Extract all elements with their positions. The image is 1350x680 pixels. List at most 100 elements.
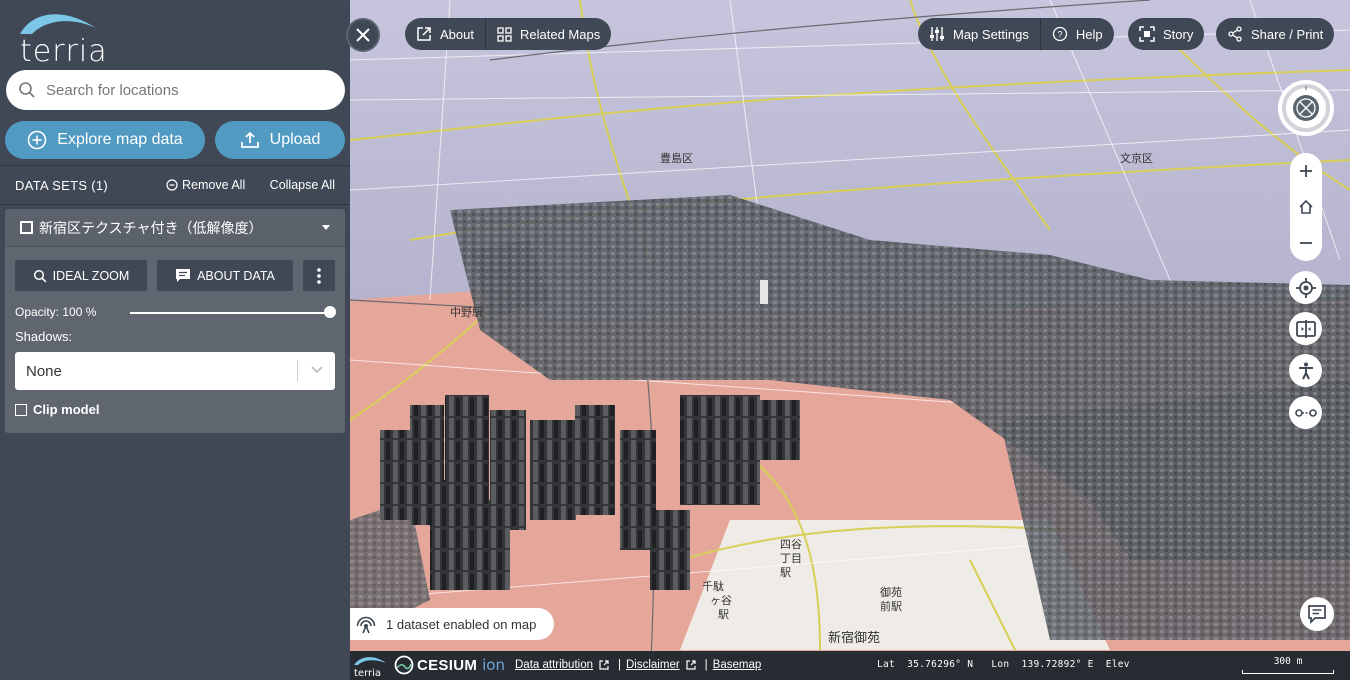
scale-label: 300 m — [1273, 656, 1303, 667]
feedback-icon — [1308, 605, 1326, 624]
collapse-all-button[interactable]: Collapse All — [270, 178, 335, 192]
chevron-down-icon[interactable] — [322, 225, 330, 230]
satellite-icon — [356, 616, 376, 634]
upload-button[interactable]: Upload — [215, 121, 345, 159]
cesium-wordmark: CESIUM — [417, 656, 478, 674]
split-compare-button[interactable] — [1289, 312, 1322, 345]
more-options-button[interactable] — [303, 260, 335, 291]
share-item[interactable]: Share / Print — [1216, 18, 1334, 50]
menu-bar-left: About Related Maps — [405, 18, 612, 50]
cesium-logo-icon — [394, 655, 414, 675]
logo-wave-icon — [20, 14, 96, 34]
disclaimer-link[interactable]: Disclaimer — [626, 659, 680, 671]
svg-text:?: ? — [1057, 30, 1062, 40]
cursor-coordinates: Lat 35.76296° N Lon 139.72892° E Elev — [877, 659, 1130, 670]
share-print-button[interactable]: Share / Print — [1216, 18, 1335, 50]
datasets-title: DATA SETS (1) — [15, 177, 108, 193]
terria-logo[interactable]: terria — [18, 8, 107, 69]
story-item[interactable]: Story — [1128, 18, 1204, 50]
remove-all-label: Remove All — [182, 178, 246, 192]
measure-icon — [1294, 408, 1317, 417]
zoom-in-button[interactable] — [1290, 153, 1322, 189]
search-zoom-icon — [33, 269, 47, 282]
home-button[interactable] — [1290, 189, 1322, 225]
menu-bar-right: Map Settings ? Help — [918, 18, 1114, 50]
clip-model-checkbox[interactable] — [15, 403, 27, 416]
datasets-enabled-indicator[interactable]: 1 dataset enabled on map — [350, 608, 554, 640]
logo-text: terria — [20, 34, 108, 69]
help-icon: ? — [1052, 26, 1068, 42]
cesium-ion-logo[interactable]: CESIUM ion — [394, 655, 505, 675]
map-label-park-stn: 前駅 — [880, 599, 902, 613]
close-panel-button[interactable] — [346, 18, 380, 52]
map-label-top-1: 豊島区 — [660, 151, 693, 165]
shadows-select[interactable]: None — [15, 352, 335, 390]
shadows-selected-value: None — [26, 362, 62, 380]
remove-all-button[interactable]: Remove All — [166, 178, 245, 192]
map-label-area-3: 駅 — [780, 566, 791, 579]
split-icon — [1295, 319, 1316, 338]
share-label: Share / Print — [1251, 26, 1324, 42]
about-data-button[interactable]: ABOUT DATA — [157, 260, 293, 291]
locate-icon — [1295, 277, 1316, 298]
map-label-station-3: 駅 — [718, 608, 729, 621]
basemap-link[interactable]: Basemap — [713, 659, 762, 671]
map-scene: 豊島区 文京区 中野駅 千駄 ヶ谷 駅 四谷 丁目 駅 御苑 前駅 新宿御苑 — [350, 0, 1350, 680]
footer-terria-logo[interactable]: terria — [352, 654, 388, 680]
related-maps-button[interactable]: Related Maps — [486, 18, 611, 50]
search-icon — [19, 82, 35, 98]
opacity-slider-handle[interactable] — [324, 306, 336, 318]
data-attribution-link[interactable]: Data attribution — [515, 659, 593, 671]
measure-tool-button[interactable] — [1289, 396, 1322, 429]
story-button[interactable]: Story — [1128, 18, 1205, 50]
map-label-station-1: 千駄 — [702, 579, 724, 593]
help-label: Help — [1075, 26, 1103, 42]
chevron-down-icon[interactable] — [311, 366, 323, 374]
plus-circle-icon — [27, 130, 47, 150]
explore-label: Explore map data — [57, 131, 183, 148]
search-input[interactable] — [46, 81, 326, 99]
distance-scale: 300 m — [1242, 656, 1334, 674]
ideal-zoom-button[interactable]: IDEAL ZOOM — [15, 260, 147, 291]
enabled-status-text: 1 dataset enabled on map — [386, 616, 537, 632]
accessibility-icon — [1298, 362, 1313, 379]
map-label-park-gate: 御苑 — [880, 585, 902, 599]
map-settings-button[interactable]: Map Settings — [918, 18, 1040, 50]
terria-mini-logo-icon: terria — [354, 657, 386, 679]
compass-icon — [1282, 84, 1330, 132]
location-search[interactable] — [6, 70, 345, 110]
ion-wordmark: ion — [482, 656, 505, 674]
share-icon — [1228, 26, 1242, 42]
my-location-button[interactable] — [1289, 271, 1322, 304]
footer-links: Data attribution | Disclaimer | Basemap — [515, 659, 761, 671]
accessibility-button[interactable] — [1289, 354, 1322, 387]
workbench-panel: terria Explore map data Upload DATA SETS… — [0, 0, 350, 680]
about-label: About — [440, 26, 474, 42]
map-label-side-1: 中野駅 — [450, 306, 483, 319]
map-label-area-2: 丁目 — [780, 553, 802, 565]
footer-logo-text: terria — [354, 668, 381, 678]
external-link-icon — [599, 660, 609, 670]
close-icon — [356, 28, 370, 42]
explore-map-data-button[interactable]: Explore map data — [5, 121, 205, 159]
clip-model-toggle[interactable]: Clip model — [15, 402, 99, 417]
grid-icon — [497, 26, 512, 42]
zoom-out-icon — [1300, 242, 1312, 244]
map-viewport[interactable]: 豊島区 文京区 中野駅 千駄 ヶ谷 駅 四谷 丁目 駅 御苑 前駅 新宿御苑 — [350, 0, 1350, 680]
upload-label: Upload — [269, 131, 321, 148]
zoom-control — [1290, 153, 1322, 261]
feedback-button[interactable] — [1300, 597, 1334, 631]
dataset-card-header[interactable]: 新宿区テクスチャ付き（低解像度） — [5, 209, 345, 247]
compass-control[interactable] — [1278, 80, 1334, 136]
minus-circle-icon — [166, 179, 178, 191]
scale-bar — [1242, 670, 1334, 674]
kebab-icon — [317, 267, 321, 284]
shadows-label: Shadows: — [15, 329, 73, 344]
help-button[interactable]: ? Help — [1041, 18, 1114, 50]
dataset-enabled-checkbox[interactable] — [20, 221, 33, 234]
zoom-out-button[interactable] — [1290, 225, 1322, 261]
about-button[interactable]: About — [405, 18, 485, 50]
external-link-icon — [417, 27, 431, 41]
opacity-slider-track[interactable] — [130, 312, 330, 314]
dataset-card: 新宿区テクスチャ付き（低解像度） IDEAL ZOOM ABOUT DATA O… — [5, 209, 345, 433]
